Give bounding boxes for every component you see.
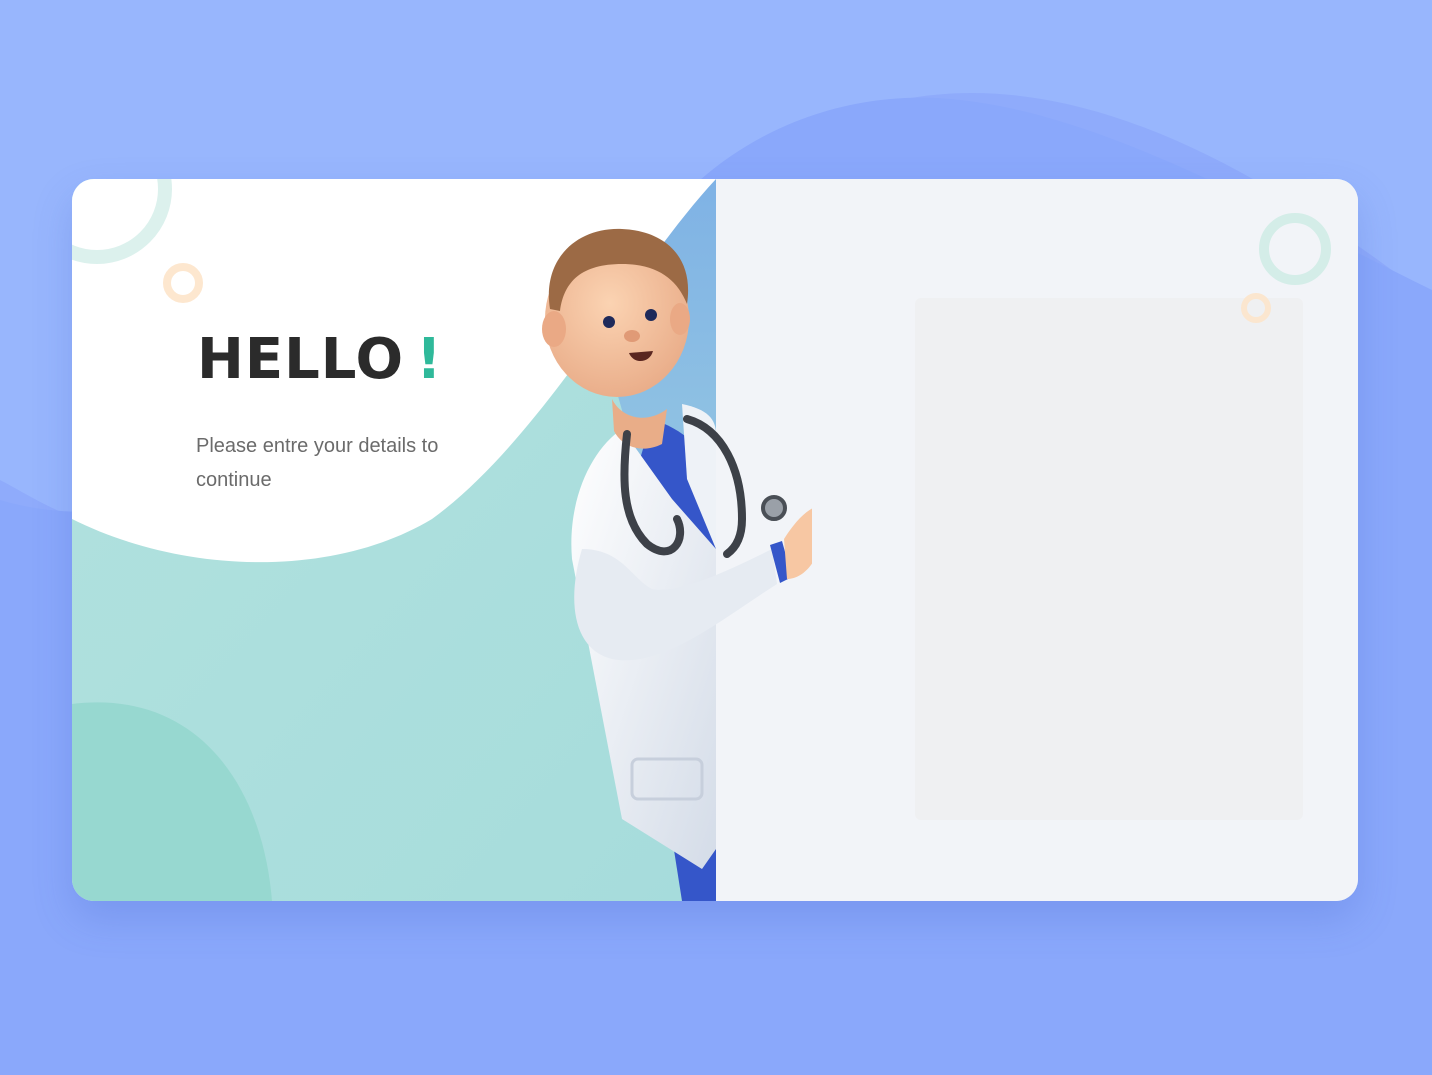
login-form-area	[915, 298, 1303, 820]
greeting-title: HELLO!	[197, 327, 443, 392]
greeting-exclamation: !	[416, 327, 443, 392]
greeting-subtitle: Please entre your details to continue	[196, 435, 439, 491]
ring-icon-small	[1241, 293, 1271, 323]
ring-icon	[1259, 213, 1331, 285]
doctor-illustration	[542, 228, 812, 901]
greeting-title-text: HELLO	[197, 327, 405, 392]
login-card: HELLO! Please entre your details to cont…	[72, 179, 1358, 901]
